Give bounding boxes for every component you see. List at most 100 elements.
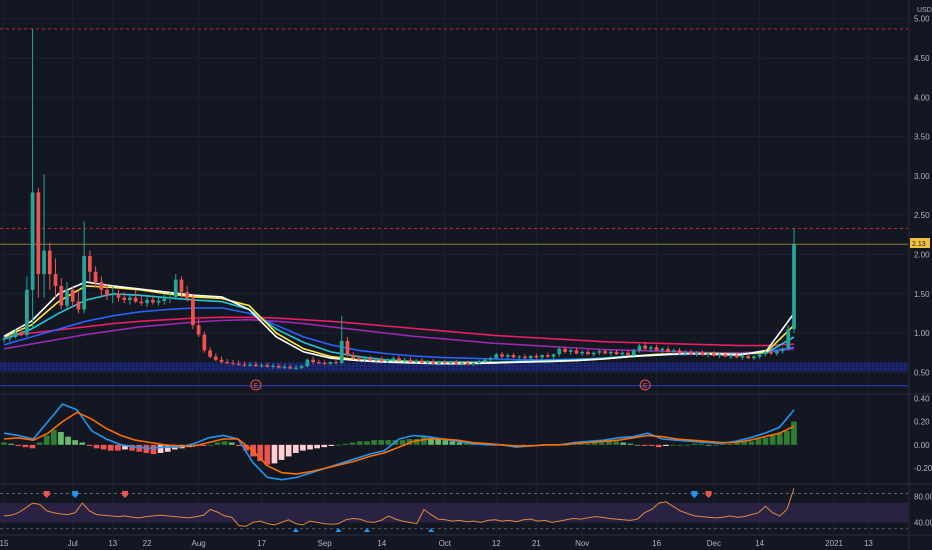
candle[interactable] — [397, 355, 401, 362]
candle[interactable] — [110, 285, 115, 304]
candle[interactable] — [591, 351, 596, 357]
candle[interactable] — [689, 349, 693, 356]
candle[interactable] — [431, 358, 436, 365]
x-tick-label: Jul — [68, 539, 78, 548]
candle[interactable] — [82, 221, 87, 314]
signal-marker-down[interactable] — [43, 491, 50, 498]
candle[interactable] — [586, 349, 590, 356]
candle-body — [757, 354, 762, 357]
signal-marker-up[interactable] — [363, 528, 370, 532]
candle[interactable] — [757, 353, 762, 359]
signal-line — [3, 411, 795, 475]
macd-histogram-bar — [627, 443, 634, 445]
candle[interactable] — [47, 242, 52, 290]
candle-body — [763, 351, 768, 355]
candle-body — [511, 355, 516, 358]
candle[interactable] — [133, 289, 138, 304]
candle[interactable] — [99, 276, 104, 298]
candle[interactable] — [156, 297, 161, 306]
signal-marker-down[interactable] — [121, 491, 128, 498]
candle-body — [597, 351, 602, 353]
candle[interactable] — [523, 354, 527, 359]
candle[interactable] — [637, 344, 642, 353]
candle[interactable] — [660, 347, 665, 354]
candle[interactable] — [545, 352, 550, 359]
candle[interactable] — [700, 350, 705, 356]
candle-body — [282, 366, 287, 368]
signal-marker-down[interactable] — [705, 491, 712, 498]
candle-body — [99, 281, 104, 290]
candle[interactable] — [505, 353, 510, 359]
candle-body — [19, 332, 24, 335]
candle[interactable] — [213, 353, 218, 362]
candle[interactable] — [574, 347, 579, 355]
candle-body — [202, 334, 207, 351]
candle[interactable] — [666, 346, 670, 353]
candle[interactable] — [42, 174, 46, 298]
candle[interactable] — [202, 331, 207, 353]
candle[interactable] — [145, 296, 149, 308]
candle[interactable] — [139, 295, 144, 306]
candle-body — [362, 358, 367, 360]
x-tick-label: 2021 — [825, 539, 843, 548]
candle[interactable] — [534, 353, 539, 359]
macd-pane[interactable] — [1, 403, 797, 481]
candle-body — [483, 359, 487, 362]
candle-body — [591, 352, 596, 355]
candle[interactable] — [557, 347, 562, 357]
macd-histogram-bar — [36, 442, 43, 445]
candle[interactable] — [368, 355, 373, 362]
candle-body — [105, 289, 109, 296]
candle-body — [311, 359, 315, 363]
candle[interactable] — [608, 350, 613, 356]
candle-body — [786, 329, 791, 349]
candle[interactable] — [568, 348, 573, 356]
candle-body — [271, 366, 275, 368]
candle[interactable] — [65, 281, 69, 310]
earnings-label: E — [254, 383, 259, 390]
macd-histogram-bar — [307, 444, 313, 450]
candle[interactable] — [626, 350, 630, 356]
candle[interactable] — [511, 352, 516, 359]
candle[interactable] — [540, 354, 544, 360]
candle[interactable] — [53, 258, 58, 298]
candle[interactable] — [191, 293, 195, 330]
candle[interactable] — [345, 336, 350, 357]
candle[interactable] — [36, 187, 41, 298]
candle[interactable] — [59, 278, 64, 310]
candle[interactable] — [774, 350, 779, 356]
candle[interactable] — [408, 357, 413, 363]
price-pane[interactable]: EE — [0, 28, 908, 391]
candle[interactable] — [162, 293, 167, 305]
candle-body — [2, 338, 6, 340]
candle[interactable] — [116, 289, 121, 302]
candle[interactable] — [500, 351, 504, 359]
candle[interactable] — [597, 349, 602, 356]
candle[interactable] — [30, 28, 35, 330]
candle-body — [660, 348, 665, 351]
x-tick-label: Oct — [439, 539, 452, 548]
macd-histogram-bar — [15, 444, 22, 446]
macd-histogram-bar — [349, 442, 356, 445]
candle[interactable] — [379, 356, 384, 363]
candle[interactable] — [88, 250, 92, 282]
candle[interactable] — [488, 356, 493, 362]
candle[interactable] — [551, 353, 556, 359]
candle-body — [568, 350, 573, 352]
x-tick-label: 14 — [377, 539, 386, 548]
candle-body — [122, 297, 127, 301]
candle[interactable] — [677, 347, 682, 355]
signal-marker-down[interactable] — [691, 491, 698, 498]
candle[interactable] — [25, 276, 29, 337]
candle[interactable] — [580, 350, 585, 356]
candle[interactable] — [752, 355, 756, 360]
y-tick-label: 1.00 — [914, 329, 930, 338]
candle[interactable] — [420, 358, 424, 364]
macd-histogram-bar — [86, 444, 93, 446]
signal-marker-up[interactable] — [292, 528, 299, 532]
candle[interactable] — [173, 274, 178, 301]
candle[interactable] — [654, 344, 659, 352]
candle-body — [752, 356, 756, 359]
candle[interactable] — [208, 347, 212, 359]
oscillator-pane[interactable] — [0, 488, 908, 532]
